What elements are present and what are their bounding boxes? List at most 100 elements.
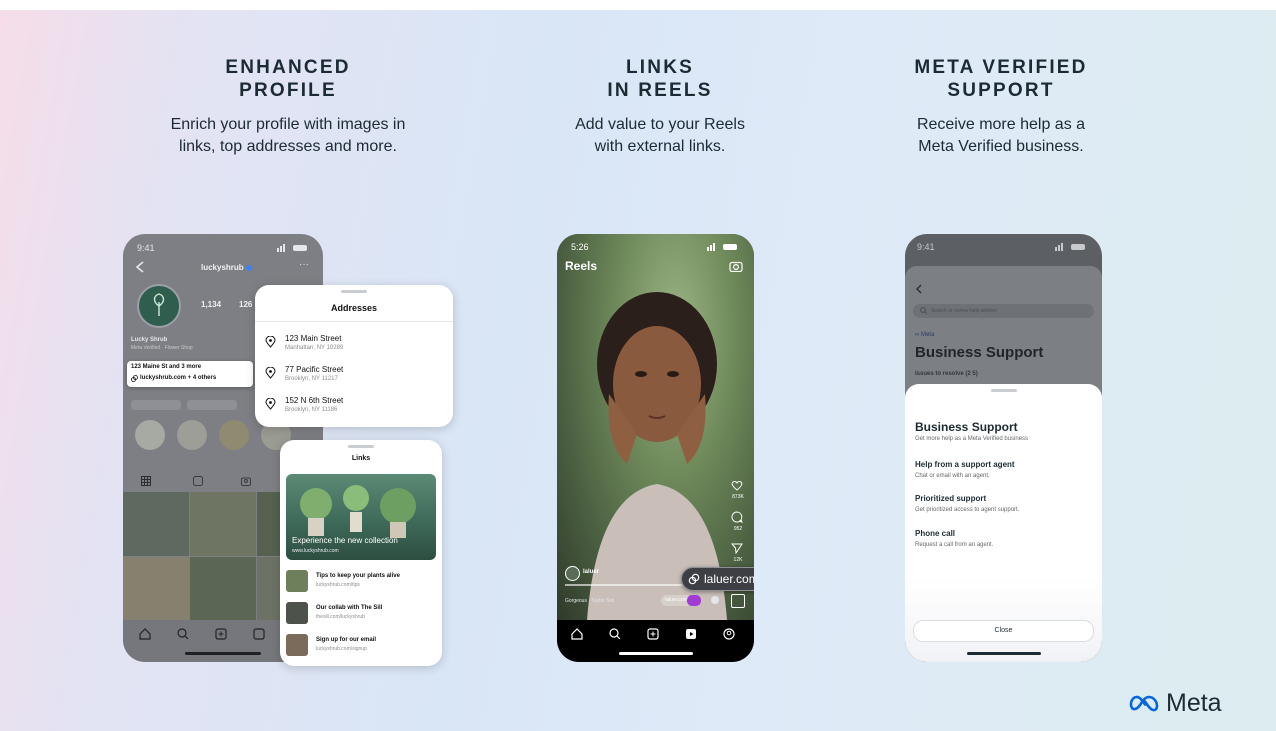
reels-icon[interactable] [253, 628, 265, 640]
sheet-handle[interactable] [348, 445, 374, 448]
creator-avatar[interactable] [565, 566, 580, 581]
support-option[interactable]: Help from a support agent Chat or email … [915, 460, 1092, 479]
camera-icon[interactable] [729, 260, 743, 272]
link-title: Our collab with The Sill [316, 605, 383, 611]
link-thumbnail [286, 634, 308, 656]
business-support-sheet: Business Support Get more help as a Meta… [905, 384, 1102, 662]
option-title: Prioritized support [915, 494, 987, 503]
create-icon[interactable] [215, 628, 227, 640]
highlight-circle[interactable] [135, 420, 165, 450]
audio-cover-icon[interactable] [731, 594, 745, 608]
link-url: luckyshrub.com/tips [316, 582, 360, 588]
support-option[interactable]: Phone call Request a call from an agent. [915, 529, 1092, 548]
address-street: 77 Pacific Street [285, 365, 344, 374]
link-url: thesill.com/luckyshrub [316, 614, 365, 620]
links-title: Links [351, 455, 371, 462]
grid-tab-icon[interactable] [141, 476, 151, 486]
location-pin-icon [265, 367, 276, 379]
link-item[interactable]: Sign up for our email luckyshrub.com/sig… [286, 634, 436, 660]
home-indicator [967, 652, 1041, 655]
like-heart-icon[interactable] [731, 480, 743, 491]
external-link-chip[interactable]: laluer.com [681, 567, 754, 591]
location-pin-icon [265, 398, 276, 410]
create-icon[interactable] [647, 628, 659, 640]
heading-line: SUPPORT [947, 80, 1055, 101]
post-thumbnail[interactable] [190, 492, 256, 556]
comment-icon[interactable] [731, 511, 743, 523]
meta-infinity-icon [1128, 694, 1162, 712]
home-icon[interactable] [571, 628, 583, 640]
reel-video[interactable] [557, 234, 754, 620]
link-item[interactable]: Our collab with The Sill thesill.com/luc… [286, 602, 436, 628]
addresses-sheet: Addresses 123 Main Street Manhattan, NY … [255, 285, 453, 427]
description-line: Receive more help as a [916, 116, 1086, 133]
address-item[interactable]: 152 N 6th Street Brooklyn, NY 11186 [265, 394, 445, 422]
reels-phone: 5:26 Reels 873K 952 12K laluer laluer.co… [557, 234, 754, 662]
status-icons [707, 243, 739, 251]
audio-track[interactable]: Gorgeous · Taylor Swi [565, 598, 614, 604]
featured-link-url: www.luckyshrub.com [292, 548, 339, 554]
profile-action-button[interactable] [131, 400, 181, 410]
addresses-title: Addresses [330, 303, 378, 313]
tagged-tab-icon[interactable] [241, 476, 251, 486]
close-button[interactable]: Close [913, 620, 1094, 642]
search-icon[interactable] [609, 628, 621, 640]
post-thumbnail[interactable] [123, 492, 189, 556]
description-line: links, top addresses and more. [179, 138, 397, 155]
location-pin-icon [265, 336, 276, 348]
highlight-circle[interactable] [177, 420, 207, 450]
featured-link-card[interactable]: Experience the new collection www.luckys… [286, 474, 436, 560]
reel-subject [587, 292, 727, 620]
reels-tab-icon[interactable] [193, 476, 203, 486]
share-icon[interactable] [731, 543, 743, 554]
post-thumbnail[interactable] [123, 557, 189, 621]
meta-label: ∞ Meta [915, 332, 935, 338]
post-thumbnail[interactable] [190, 557, 256, 621]
highlight-circle[interactable] [219, 420, 249, 450]
back-chevron-icon[interactable] [915, 284, 923, 294]
divider [255, 321, 453, 322]
address-city: Manhattan, NY 10289 [285, 345, 344, 351]
reels-icon[interactable] [685, 628, 697, 640]
sheet-handle[interactable] [341, 290, 367, 293]
home-icon[interactable] [139, 628, 151, 640]
issues-label: Issues to resolve (2 5) [915, 371, 978, 377]
meta-label-text: Meta [920, 332, 935, 338]
top-white-strip [0, 0, 1276, 10]
address-item[interactable]: 123 Main Street Manhattan, NY 10289 [265, 332, 445, 360]
search-icon[interactable] [177, 628, 189, 640]
profile-name: Lucky Shrub [131, 337, 168, 343]
address-city: Brooklyn, NY 11186 [285, 407, 338, 413]
meta-logo-text: Meta [1166, 688, 1222, 717]
address-item[interactable]: 77 Pacific Street Brooklyn, NY 11217 [265, 363, 445, 391]
status-icons [277, 244, 309, 252]
sheet-handle[interactable] [990, 389, 1017, 392]
address-street: 123 Main Street [285, 334, 342, 343]
home-indicator [185, 652, 261, 655]
description-line: Add value to your Reels [575, 116, 745, 133]
link-item[interactable]: Tips to keep your plants alive luckyshru… [286, 570, 436, 596]
enhanced-profile-heading: ENHANCED PROFILE Enrich your profile with… [128, 56, 448, 158]
creator-username[interactable]: laluer [583, 569, 599, 575]
profile-icon[interactable] [723, 628, 735, 640]
verified-badge-icon [246, 265, 252, 271]
heading-line: PROFILE [239, 80, 337, 101]
support-phone: 9:41 Search or review help articles ∞ Me… [905, 234, 1102, 662]
avatar[interactable] [137, 284, 181, 328]
back-chevron-icon[interactable] [135, 261, 145, 273]
page-title: Business Support [915, 344, 1044, 361]
profile-summary-pill[interactable]: 123 Maine St and 3 more luckyshrub.com +… [127, 361, 253, 387]
option-title: Phone call [915, 529, 956, 538]
search-input[interactable]: Search or review help articles [913, 304, 1094, 318]
description-line: Enrich your profile with images in [170, 116, 406, 133]
more-options-icon[interactable]: ··· [299, 259, 309, 270]
comments-count: 952 [733, 526, 743, 532]
sheet-title: Business Support [915, 420, 1018, 434]
progress-bar[interactable] [565, 584, 685, 586]
sheet-subtitle: Get more help as a Meta Verified busines… [915, 436, 1029, 442]
home-indicator [619, 652, 693, 655]
option-description: Chat or email with an agent. [915, 473, 990, 479]
support-option[interactable]: Prioritized support Get prioritized acce… [915, 494, 1092, 513]
heading-line: META VERIFIED [914, 57, 1088, 78]
profile-action-button[interactable] [187, 400, 237, 410]
